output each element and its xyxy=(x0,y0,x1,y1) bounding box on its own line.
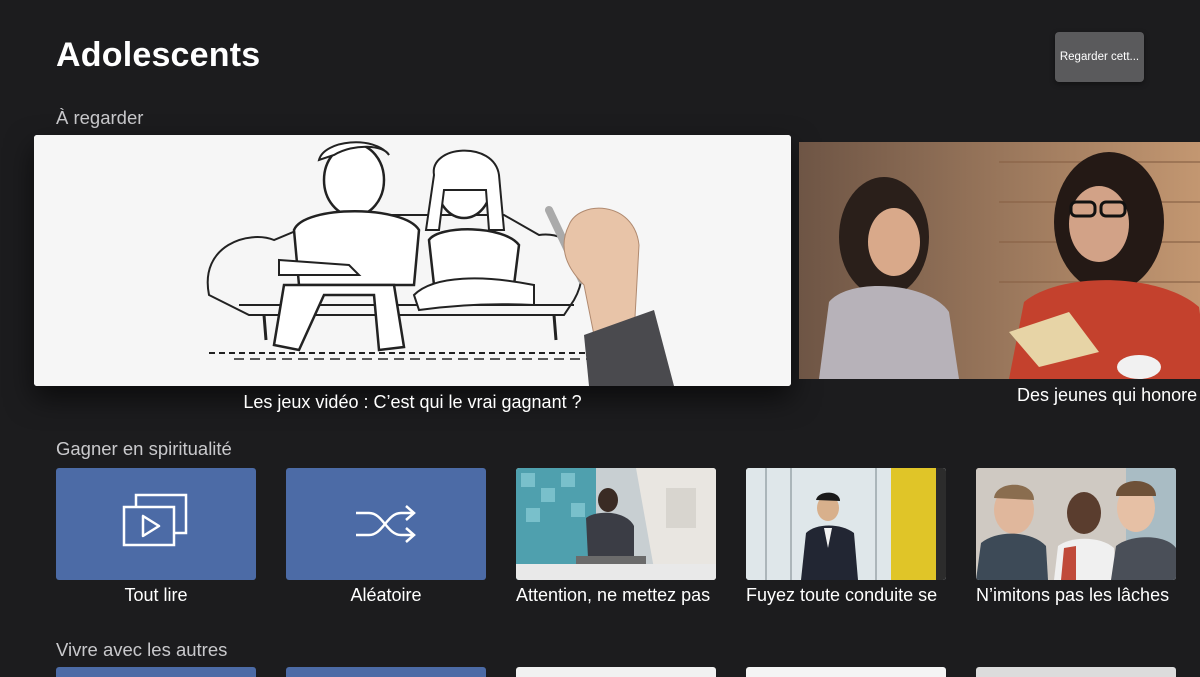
watch-button[interactable]: Regarder cett... xyxy=(1055,32,1144,82)
photo-hallway-boy xyxy=(516,468,716,580)
sketch-illustration xyxy=(34,135,791,386)
featured-video-thumbnail-1[interactable] xyxy=(34,135,791,386)
video-title-fuyez: Fuyez toute conduite se xyxy=(746,585,938,605)
video-title-imitons: N’imitons pas les lâches xyxy=(976,585,1170,605)
featured-video-title-2: Des jeunes qui honore xyxy=(1017,385,1198,405)
section-title-featured: À regarder xyxy=(56,107,144,128)
shuffle-label: Aléatoire xyxy=(350,585,422,605)
living-video-thumbnail-3[interactable] xyxy=(976,667,1176,677)
shuffle-icon xyxy=(356,505,416,543)
living-play-all-button[interactable] xyxy=(56,667,256,677)
video-thumbnail-fuyez[interactable] xyxy=(746,468,946,580)
living-video-thumbnail-1[interactable] xyxy=(516,667,716,677)
section-title-living: Vivre avec les autres xyxy=(56,639,228,660)
photo-three-boys xyxy=(976,468,1176,580)
featured-video-thumbnail-2[interactable] xyxy=(799,142,1200,379)
shuffle-button[interactable] xyxy=(286,468,486,580)
video-thumbnail-attention[interactable] xyxy=(516,468,716,580)
video-thumbnail-imitons[interactable] xyxy=(976,468,1176,580)
play-all-button[interactable] xyxy=(56,468,256,580)
play-all-icon xyxy=(122,493,188,547)
play-all-label: Tout lire xyxy=(124,585,188,605)
living-shuffle-button[interactable] xyxy=(286,667,486,677)
video-title-attention: Attention, ne mettez pas xyxy=(516,585,711,605)
page-title: Adolescents xyxy=(56,36,261,74)
section-title-spirituality: Gagner en spiritualité xyxy=(56,438,232,459)
living-video-thumbnail-2[interactable] xyxy=(746,667,946,677)
photo-school-boy xyxy=(746,468,946,580)
photo-two-girls xyxy=(799,142,1200,379)
featured-video-title-1: Les jeux vidéo : C’est qui le vrai gagna… xyxy=(243,392,582,412)
